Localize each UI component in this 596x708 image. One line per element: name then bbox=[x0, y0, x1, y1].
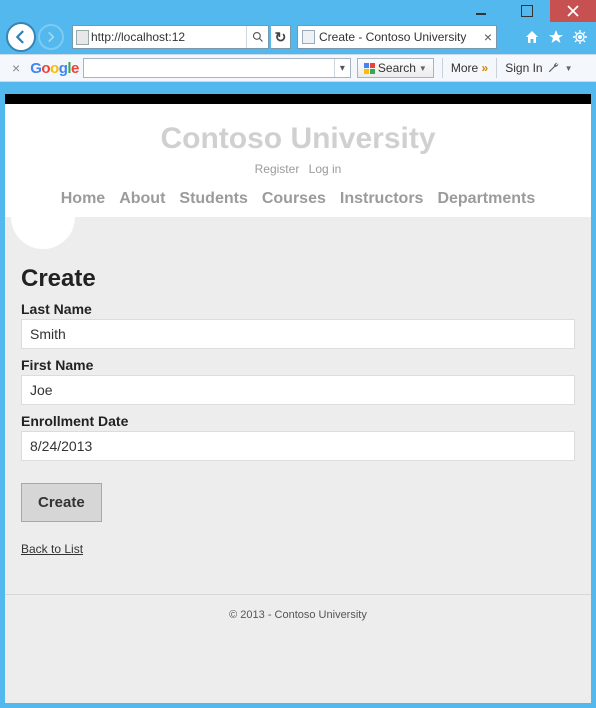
window-maximize-button[interactable] bbox=[504, 0, 550, 22]
google-search-button[interactable]: Search ▼ bbox=[357, 58, 434, 78]
address-search-icon[interactable] bbox=[246, 26, 268, 48]
tab-close-icon[interactable]: × bbox=[484, 29, 492, 45]
last-name-label: Last Name bbox=[21, 301, 575, 317]
chevron-down-icon: ▼ bbox=[419, 64, 427, 73]
first-name-label: First Name bbox=[21, 357, 575, 373]
google-more-button[interactable]: More » bbox=[451, 61, 488, 75]
window-minimize-button[interactable] bbox=[458, 0, 504, 22]
toolbar-separator bbox=[442, 58, 443, 78]
favorites-icon[interactable] bbox=[546, 27, 566, 47]
nav-instructors[interactable]: Instructors bbox=[340, 190, 424, 208]
browser-nav-row: ↻ Create - Contoso University × bbox=[0, 22, 596, 54]
window-titlebar bbox=[0, 0, 596, 22]
nav-courses[interactable]: Courses bbox=[262, 190, 326, 208]
wrench-icon[interactable] bbox=[547, 60, 561, 77]
page-top-stripe bbox=[5, 94, 591, 104]
back-to-list-link[interactable]: Back to List bbox=[21, 542, 575, 556]
refresh-button[interactable]: ↻ bbox=[271, 25, 291, 49]
page-footer: © 2013 - Contoso University bbox=[5, 574, 591, 641]
address-bar bbox=[72, 25, 269, 49]
home-icon[interactable] bbox=[522, 27, 542, 47]
account-links: Register Log in bbox=[5, 162, 591, 176]
header-curve bbox=[11, 217, 75, 249]
chevron-down-icon[interactable]: ▼ bbox=[565, 64, 573, 73]
page-viewport: Contoso University Register Log in Home … bbox=[5, 94, 591, 703]
window-close-button[interactable] bbox=[550, 0, 596, 22]
tab-favicon bbox=[302, 30, 315, 44]
nav-departments[interactable]: Departments bbox=[437, 190, 535, 208]
forward-button[interactable] bbox=[38, 24, 64, 50]
tools-icon[interactable] bbox=[570, 27, 590, 47]
back-button[interactable] bbox=[6, 22, 36, 52]
footer-text: © 2013 - Contoso University bbox=[229, 609, 367, 621]
google-squares-icon bbox=[364, 63, 375, 74]
site-title[interactable]: Contoso University bbox=[5, 122, 591, 156]
nav-home[interactable]: Home bbox=[61, 190, 105, 208]
page: Contoso University Register Log in Home … bbox=[5, 104, 591, 641]
browser-tab[interactable]: Create - Contoso University × bbox=[297, 25, 497, 49]
google-signin-button[interactable]: Sign In bbox=[505, 61, 542, 75]
address-input[interactable] bbox=[91, 26, 246, 48]
footer-divider bbox=[5, 594, 591, 595]
google-search-input[interactable] bbox=[84, 59, 334, 77]
main-nav: Home About Students Courses Instructors … bbox=[5, 190, 591, 218]
page-heading: Create bbox=[21, 265, 575, 293]
google-search-button-label: Search bbox=[378, 61, 416, 75]
page-icon bbox=[73, 30, 91, 45]
enrollment-date-label: Enrollment Date bbox=[21, 413, 575, 429]
register-link[interactable]: Register bbox=[255, 162, 300, 176]
google-search-dropdown-icon[interactable]: ▾ bbox=[334, 59, 350, 77]
google-logo[interactable]: Google bbox=[30, 60, 79, 77]
toolbar-separator bbox=[496, 58, 497, 78]
nav-students[interactable]: Students bbox=[179, 190, 247, 208]
tab-title: Create - Contoso University bbox=[319, 30, 480, 44]
first-name-input[interactable] bbox=[21, 375, 575, 405]
site-header: Contoso University Register Log in Home … bbox=[5, 104, 591, 218]
last-name-input[interactable] bbox=[21, 319, 575, 349]
create-button[interactable]: Create bbox=[21, 483, 102, 522]
enrollment-date-input[interactable] bbox=[21, 431, 575, 461]
toolbar-close-icon[interactable]: × bbox=[6, 60, 26, 76]
google-toolbar: × Google ▾ Search ▼ More » Sign In ▼ bbox=[0, 54, 596, 82]
content-area: Create Last Name First Name Enrollment D… bbox=[5, 249, 591, 574]
google-search-box: ▾ bbox=[83, 58, 351, 78]
nav-about[interactable]: About bbox=[119, 190, 165, 208]
login-link[interactable]: Log in bbox=[309, 162, 342, 176]
